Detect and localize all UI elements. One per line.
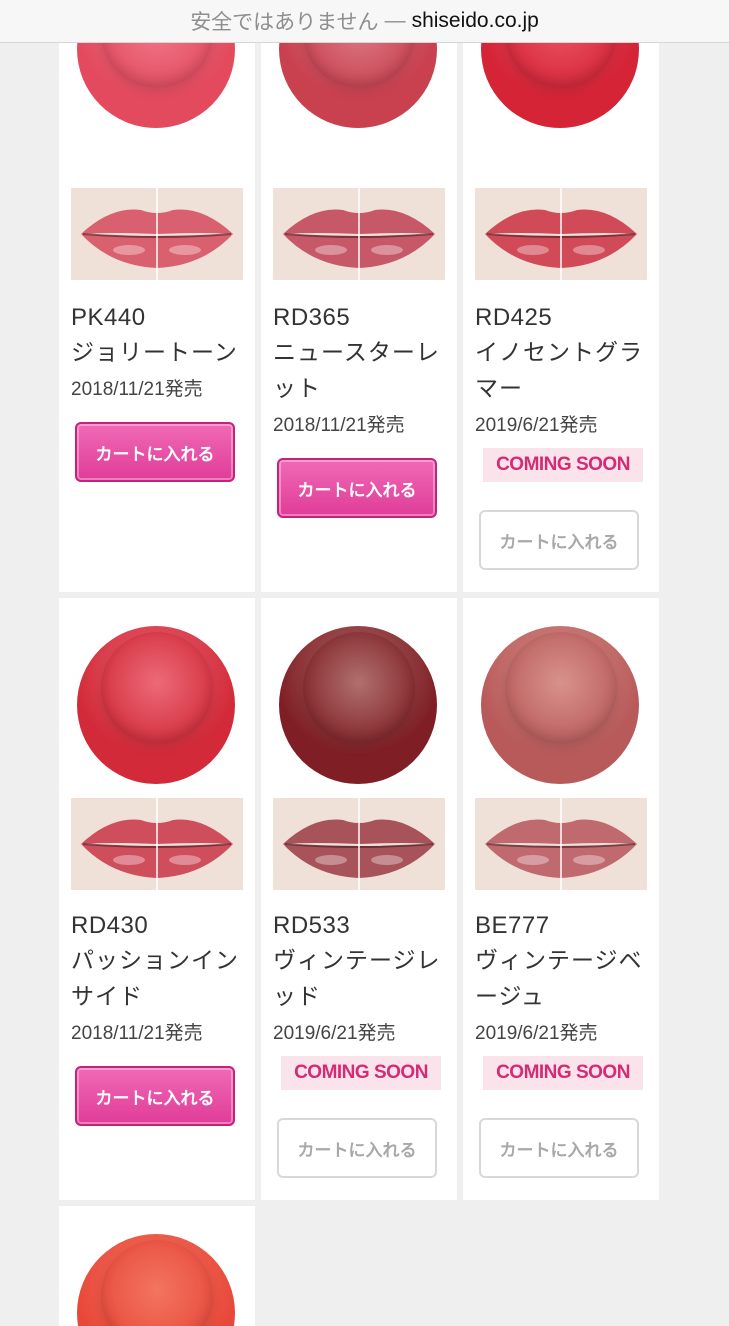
product-name: イノセントグラマー xyxy=(475,339,643,401)
product-card: PK440 ジョリートーン 2018/11/21発売 カートに入れる xyxy=(59,0,255,592)
release-date: 2018/11/21発売 xyxy=(71,379,203,400)
address-bar[interactable]: 安全ではありません — shiseido.co.jp xyxy=(0,0,729,43)
product-name: ヴィンテージベージュ xyxy=(475,947,643,1009)
lip-model-image xyxy=(475,188,647,280)
not-secure-label: 安全ではありません xyxy=(190,11,379,34)
product-name: ニュースターレット xyxy=(273,339,440,401)
lipstick-swatch-image[interactable] xyxy=(77,1234,235,1326)
url-separator: — xyxy=(384,9,406,32)
product-code: RD425 xyxy=(475,304,553,331)
product-name: ヴィンテージレッド xyxy=(273,947,441,1009)
add-to-cart-button[interactable]: カートに入れる xyxy=(75,1066,235,1126)
product-card xyxy=(59,1206,255,1326)
add-to-cart-button-disabled: カートに入れる xyxy=(479,510,639,570)
add-to-cart-button-disabled: カートに入れる xyxy=(479,1118,639,1178)
release-date: 2018/11/21発売 xyxy=(273,415,405,436)
coming-soon-badge: COMING SOON xyxy=(281,1056,441,1090)
release-date: 2019/6/21発売 xyxy=(475,415,598,436)
add-to-cart-button[interactable]: カートに入れる xyxy=(75,422,235,482)
product-name: パッションインサイド xyxy=(71,947,239,1009)
release-date: 2019/6/21発売 xyxy=(475,1023,598,1044)
product-code: PK440 xyxy=(71,304,146,331)
product-code: RD430 xyxy=(71,912,149,939)
lip-model-image xyxy=(273,798,445,890)
release-date: 2019/6/21発売 xyxy=(273,1023,396,1044)
product-card: RD533 ヴィンテージレッド 2019/6/21発売 COMING SOON … xyxy=(261,598,457,1200)
product-card: RD425 イノセントグラマー 2019/6/21発売 COMING SOON … xyxy=(463,0,659,592)
lip-model-image xyxy=(273,188,445,280)
release-date: 2018/11/21発売 xyxy=(71,1023,203,1044)
product-code: RD365 xyxy=(273,304,351,331)
coming-soon-badge: COMING SOON xyxy=(483,448,643,482)
domain-label: shiseido.co.jp xyxy=(411,9,539,32)
lipstick-swatch-image[interactable] xyxy=(77,626,235,784)
coming-soon-badge: COMING SOON xyxy=(483,1056,643,1090)
lip-model-image xyxy=(71,798,243,890)
product-card: RD430 パッションインサイド 2018/11/21発売 カートに入れる xyxy=(59,598,255,1200)
lip-model-image xyxy=(71,188,243,280)
lipstick-swatch-image[interactable] xyxy=(279,626,437,784)
product-name: ジョリートーン xyxy=(71,339,238,365)
product-code: RD533 xyxy=(273,912,351,939)
lipstick-swatch-image[interactable] xyxy=(481,626,639,784)
product-card: BE777 ヴィンテージベージュ 2019/6/21発売 COMING SOON… xyxy=(463,598,659,1200)
add-to-cart-button-disabled: カートに入れる xyxy=(277,1118,437,1178)
product-grid: PK440 ジョリートーン 2018/11/21発売 カートに入れる RD365… xyxy=(59,0,659,1326)
product-code: BE777 xyxy=(475,912,550,939)
lip-model-image xyxy=(475,798,647,890)
product-card: RD365 ニュースターレット 2018/11/21発売 カートに入れる xyxy=(261,0,457,592)
add-to-cart-button[interactable]: カートに入れる xyxy=(277,458,437,518)
